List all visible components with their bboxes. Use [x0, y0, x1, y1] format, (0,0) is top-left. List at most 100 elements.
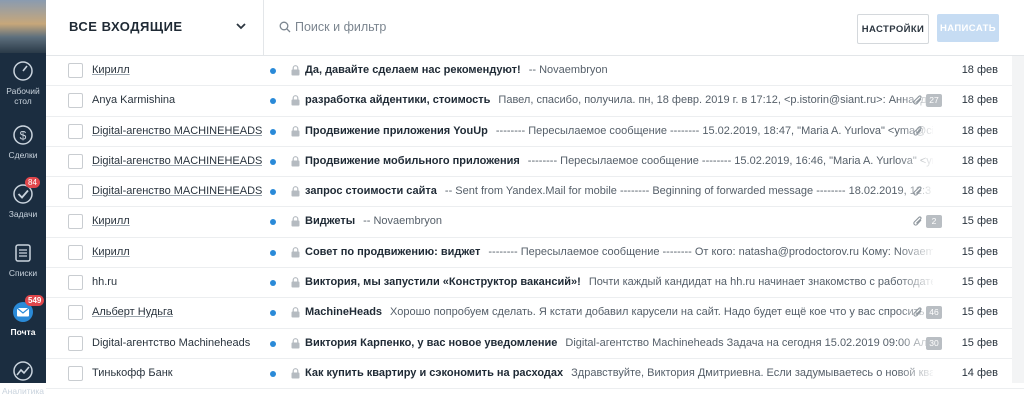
search-input[interactable]: [295, 17, 595, 37]
unread-dot-icon[interactable]: [270, 340, 276, 347]
message-row[interactable]: Кирилл Да, давайте сделаем нас рекомендую…: [46, 56, 1024, 87]
unread-dot-icon[interactable]: [270, 310, 276, 317]
message-row[interactable]: Кирилл Виджеты -- Novaembryon 2 15 фев: [46, 207, 1024, 238]
sender-name[interactable]: Тинькофф Банк: [92, 367, 262, 379]
sender-name[interactable]: Кирилл: [92, 215, 262, 227]
lock-icon: [291, 156, 300, 167]
unread-dot-icon[interactable]: [270, 280, 276, 287]
sidebar-item-label: Списки: [8, 267, 38, 278]
message-content[interactable]: разработка айдентики, стоимость Павел, сп…: [305, 94, 933, 106]
message-preview: Digital-агентство Machineheads Задача на…: [565, 336, 933, 349]
unread-dot-icon[interactable]: [270, 189, 276, 196]
unread-dot-icon[interactable]: [270, 370, 276, 377]
sender-name[interactable]: Digital-агенство MACHINEHEADS: [92, 155, 262, 167]
attachment-icon: [913, 186, 922, 196]
settings-button[interactable]: НАСТРОЙКИ: [857, 14, 929, 44]
message-subject: Виджеты: [305, 215, 356, 228]
unread-dot-icon[interactable]: [270, 128, 276, 135]
message-row[interactable]: Тинькофф Банк Как купить квартиру и сэкон…: [46, 358, 1024, 390]
message-row[interactable]: Кирилл Совет по продвижению: виджет ------…: [46, 237, 1024, 269]
unread-dot-icon[interactable]: [270, 158, 276, 165]
row-checkbox[interactable]: [68, 244, 83, 260]
message-preview: -------- Пересылаемое сообщение --------…: [527, 154, 933, 167]
message-row[interactable]: Альберт Нудьга MachineHeads Хорошо попробу…: [46, 298, 1024, 329]
attachment-icon: [913, 126, 922, 136]
account-logo[interactable]: [0, 0, 46, 53]
message-row[interactable]: Digital-агенство MACHINEHEADS Продвижение…: [46, 116, 1024, 147]
message-content[interactable]: Виджеты -- Novaembryon: [305, 215, 933, 227]
lock-icon: [291, 246, 300, 258]
message-row[interactable]: Digital-агентство Machineheads Виктория К…: [46, 328, 1024, 359]
sender-name[interactable]: hh.ru: [92, 276, 262, 288]
sidebar-item-analytics[interactable]: Аналитика: [0, 348, 46, 407]
message-subject: MachineHeads: [305, 306, 383, 319]
message-date: 18 фев: [961, 64, 998, 76]
lock-icon: [291, 337, 300, 349]
message-content[interactable]: Продвижение мобильного приложения -------…: [305, 155, 933, 167]
message-date: 15 фев: [961, 215, 998, 228]
message-subject: Продвижение приложения YouUp: [305, 124, 488, 137]
row-checkbox[interactable]: [68, 93, 83, 109]
message-content[interactable]: Виктория, мы запустили «Конструктор вака…: [305, 276, 933, 288]
sender-name[interactable]: Альберт Нудьга: [92, 306, 262, 318]
message-content[interactable]: Да, давайте сделаем нас рекомендуют! -- N…: [305, 64, 933, 76]
lock-icon: [291, 186, 300, 197]
sidebar-item-list[interactable]: Списки: [0, 230, 46, 289]
sender-name[interactable]: Digital-агентство Machineheads: [92, 337, 262, 349]
message-row[interactable]: Anya Karmishina разработка айдентики, сто…: [46, 86, 1024, 117]
list-icon: [12, 242, 34, 268]
message-subject: Виктория Карпенко, у вас новое уведомлен…: [305, 336, 558, 349]
unread-dot-icon[interactable]: [270, 219, 276, 226]
row-checkbox[interactable]: [68, 63, 83, 78]
unread-dot-icon[interactable]: [270, 98, 276, 105]
message-content[interactable]: MachineHeads Хорошо попробуем сделать. Я …: [305, 306, 933, 318]
message-preview: -------- Пересылаемое сообщение --------…: [488, 245, 933, 258]
notification-badge: 549: [25, 295, 45, 306]
row-checkbox[interactable]: [68, 275, 83, 291]
sender-name[interactable]: Кирилл: [92, 246, 262, 258]
message-content[interactable]: Виктория Карпенко, у вас новое уведомлен…: [305, 337, 933, 349]
row-checkbox[interactable]: [68, 365, 83, 381]
row-checkbox[interactable]: [68, 153, 83, 169]
sidebar-item-label: Рабочий стол: [6, 85, 40, 106]
sender-name[interactable]: Anya Karmishina: [92, 94, 262, 106]
message-date: 18 фев: [961, 124, 998, 137]
message-content[interactable]: запрос стоимости сайта -- Sent from Yande…: [305, 185, 933, 197]
preview-fade: [896, 146, 936, 175]
sidebar-item-dashboard[interactable]: Рабочий стол: [0, 53, 46, 112]
sender-name[interactable]: Digital-агенство MACHINEHEADS: [92, 125, 262, 137]
message-date: 14 фев: [961, 366, 998, 379]
analytics-icon: [12, 360, 34, 386]
message-date: 18 фев: [961, 185, 998, 198]
row-checkbox[interactable]: [68, 214, 83, 230]
row-checkbox[interactable]: [68, 335, 83, 351]
row-checkbox[interactable]: [68, 305, 83, 321]
folder-selector[interactable]: ВСЕ ВХОДЯЩИЕ: [69, 19, 183, 34]
message-subject: Как купить квартиру и сэкономить на расх…: [305, 366, 564, 379]
thread-count-badge: 2: [926, 215, 942, 229]
row-checkbox[interactable]: [68, 184, 83, 200]
message-row[interactable]: Digital-агенство MACHINEHEADS запрос стои…: [46, 177, 1024, 208]
sidebar-item-mail[interactable]: 549 Почта: [0, 289, 46, 348]
sidebar-item-label: Аналитика: [1, 385, 45, 396]
sidebar-item-label: Сделки: [8, 149, 38, 160]
sidebar-item-check-circle[interactable]: 84 Задачи: [0, 171, 46, 230]
message-content[interactable]: Как купить квартиру и сэкономить на расх…: [305, 367, 933, 379]
compose-button[interactable]: НАПИСАТЬ: [937, 14, 999, 42]
unread-dot-icon[interactable]: [270, 68, 276, 74]
svg-text:$: $: [20, 128, 27, 142]
sidebar-item-dollar[interactable]: $ Сделки: [0, 112, 46, 171]
sender-name[interactable]: Кирилл: [92, 64, 262, 76]
message-content[interactable]: Совет по продвижению: виджет -------- Пер…: [305, 246, 933, 258]
message-preview: -- Novaembryon: [528, 64, 608, 76]
message-row[interactable]: hh.ru Виктория, мы запустили «Конструктор…: [46, 268, 1024, 299]
search-icon: [279, 21, 291, 33]
message-date: 15 фев: [961, 276, 998, 289]
message-content[interactable]: Продвижение приложения YouUp -------- Пер…: [305, 125, 933, 137]
message-row[interactable]: Digital-агенство MACHINEHEADS Продвижение…: [46, 146, 1024, 178]
row-checkbox[interactable]: [68, 123, 83, 139]
scrollbar[interactable]: [1012, 56, 1024, 383]
sender-name[interactable]: Digital-агенство MACHINEHEADS: [92, 185, 262, 197]
chevron-down-icon[interactable]: [235, 20, 247, 32]
unread-dot-icon[interactable]: [270, 249, 276, 256]
